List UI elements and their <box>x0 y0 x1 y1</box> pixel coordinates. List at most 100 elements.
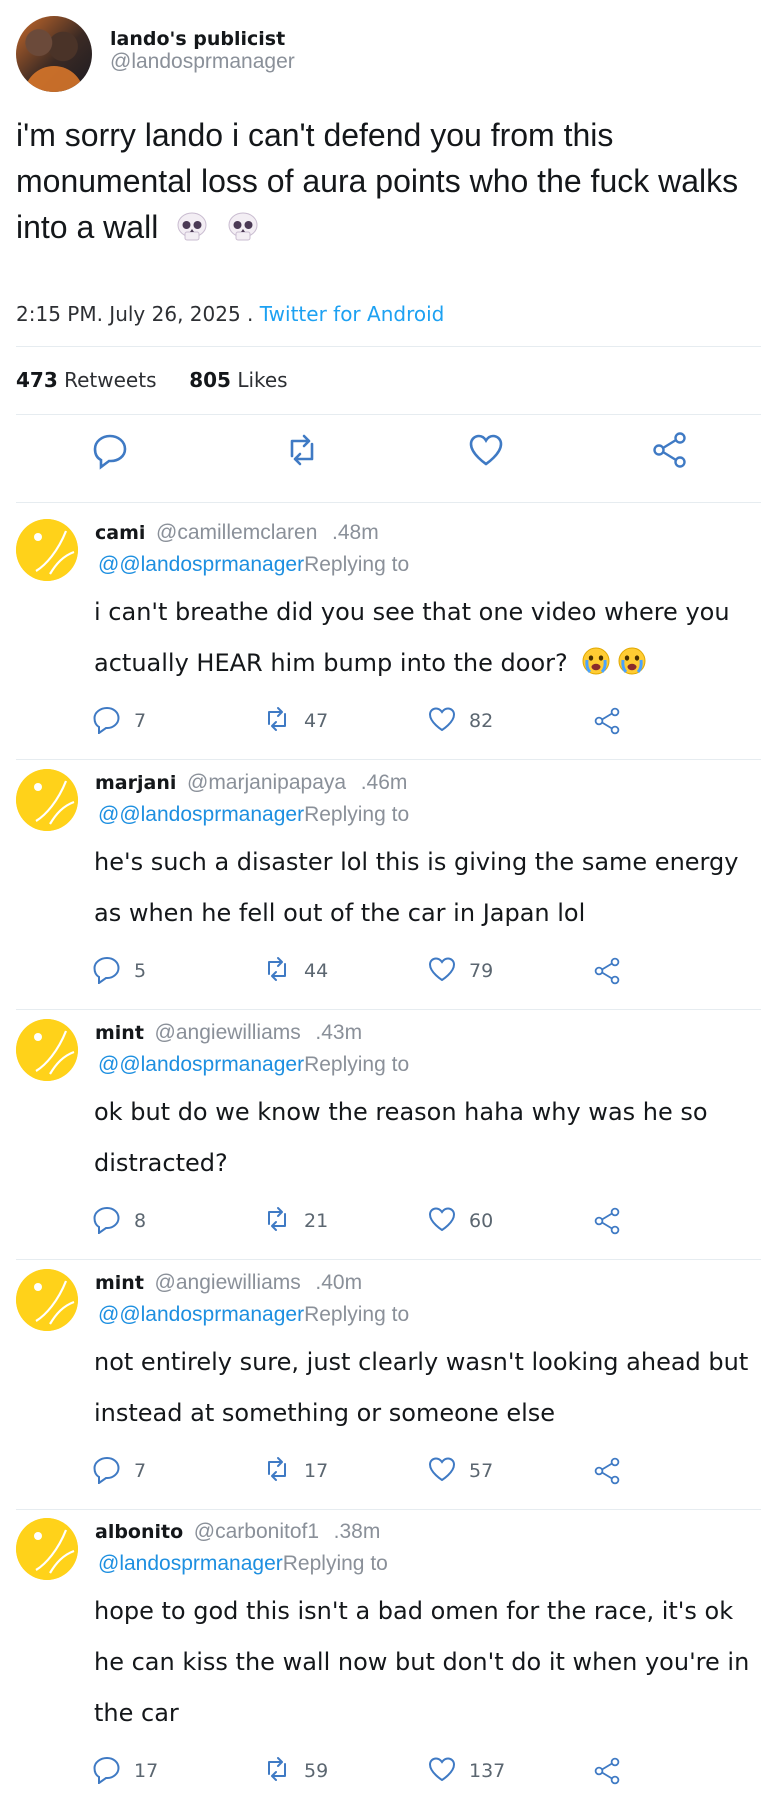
reply-icon[interactable] <box>92 1754 122 1788</box>
like-icon[interactable] <box>427 704 457 738</box>
reply-handle[interactable]: @angiewilliams <box>155 1271 301 1294</box>
tweet-text: i'm sorry lando i can't defend you from … <box>16 112 756 250</box>
reply-like-action[interactable]: 82 <box>427 703 493 739</box>
display-name[interactable]: lando's publicist <box>110 28 285 50</box>
reply-display-name[interactable]: cami <box>95 522 145 544</box>
reply-like-action[interactable]: 57 <box>427 1453 493 1489</box>
client-link[interactable]: Twitter for Android <box>260 302 445 326</box>
like-icon[interactable] <box>427 1454 457 1488</box>
retweet-icon[interactable] <box>262 954 292 988</box>
reply-like-action[interactable]: 79 <box>427 953 493 989</box>
reply-time: .43m <box>315 1021 363 1044</box>
reply-icon[interactable] <box>92 1454 122 1488</box>
reply-comment-action[interactable]: 8 <box>92 1203 146 1239</box>
reply-time: .38m <box>333 1520 381 1543</box>
retweet-label[interactable]: Retweets <box>64 368 156 392</box>
retweet-icon[interactable] <box>282 430 322 470</box>
reply-handle[interactable]: @camillemclaren <box>156 521 317 544</box>
replying-to-handle[interactable]: @@landosprmanager <box>98 803 304 826</box>
like-icon[interactable] <box>427 1754 457 1788</box>
share-icon[interactable] <box>592 953 622 989</box>
divider <box>16 1509 761 1510</box>
like-count[interactable]: 805 <box>189 368 231 392</box>
comment-count: 7 <box>134 1460 147 1482</box>
share-icon[interactable] <box>592 703 622 739</box>
reply-display-name[interactable]: marjani <box>95 772 176 794</box>
reply-time: .48m <box>332 521 379 544</box>
reply-header: mint @angiewilliams .43m <box>95 1021 362 1045</box>
like-label[interactable]: Likes <box>237 368 287 392</box>
avatar[interactable] <box>16 16 92 92</box>
divider <box>16 346 761 347</box>
reply-display-name[interactable]: mint <box>95 1022 144 1044</box>
replying-to: @@landosprmanagerReplying to <box>98 803 409 827</box>
reply-comment-action[interactable]: 7 <box>92 703 146 739</box>
reply-header: mint @angiewilliams .40m <box>95 1271 362 1295</box>
reply-display-name[interactable]: mint <box>95 1272 144 1294</box>
reply-retweet-action[interactable]: 47 <box>262 703 328 739</box>
tweet-body: i'm sorry lando i can't defend you from … <box>16 117 739 245</box>
reply-icon[interactable] <box>92 954 122 988</box>
reply-header: marjani @marjanipapaya .46m <box>95 771 407 795</box>
retweet-count: 44 <box>304 960 329 982</box>
reply-like-action[interactable]: 137 <box>427 1753 505 1789</box>
reply-comment-action[interactable]: 7 <box>92 1453 146 1489</box>
share-icon[interactable] <box>592 1753 622 1789</box>
reply-retweet-action[interactable]: 21 <box>262 1203 328 1239</box>
like-icon[interactable] <box>466 430 506 470</box>
replying-to-label: Replying to <box>282 1552 388 1575</box>
avatar[interactable] <box>16 769 78 831</box>
tweet-meta: 2:15 PM. July 26, 2025 . Twitter for And… <box>16 302 444 326</box>
reply-actions: 7 47 82 <box>0 703 777 743</box>
reply-handle[interactable]: @carbonitof1 <box>194 1520 319 1543</box>
reply-time: .46m <box>360 771 408 794</box>
divider <box>16 1009 761 1010</box>
replying-to-handle[interactable]: @@landosprmanager <box>98 1053 304 1076</box>
tweet-author: lando's publicist @landosprmanager <box>0 0 777 100</box>
user-handle[interactable]: @landosprmanager <box>110 50 295 74</box>
replying-to-label: Replying to <box>304 803 410 826</box>
reply-handle[interactable]: @angiewilliams <box>155 1021 301 1044</box>
retweet-count: 47 <box>304 710 329 732</box>
reply-retweet-action[interactable]: 44 <box>262 953 328 989</box>
reply-retweet-action[interactable]: 59 <box>262 1753 328 1789</box>
avatar[interactable] <box>16 1269 78 1331</box>
skull-icon <box>175 208 209 241</box>
reply-display-name[interactable]: albonito <box>95 1521 183 1543</box>
share-icon[interactable] <box>650 430 690 470</box>
reply-actions: 5 44 79 <box>0 953 777 993</box>
retweet-icon[interactable] <box>262 1754 292 1788</box>
retweet-icon[interactable] <box>262 704 292 738</box>
reply-body: he's such a disaster lol this is giving … <box>94 848 739 927</box>
retweet-count[interactable]: 473 <box>16 368 58 392</box>
retweet-icon[interactable] <box>262 1204 292 1238</box>
like-icon[interactable] <box>427 954 457 988</box>
reply-icon[interactable] <box>92 1204 122 1238</box>
reply-text: i can't breathe did you see that one vid… <box>94 587 754 689</box>
replying-to-handle[interactable]: @@landosprmanager <box>98 1303 304 1326</box>
reply-handle[interactable]: @marjanipapaya <box>187 771 346 794</box>
reply-comment-action[interactable]: 5 <box>92 953 146 989</box>
reply-retweet-action[interactable]: 17 <box>262 1453 328 1489</box>
avatar[interactable] <box>16 1518 78 1580</box>
avatar[interactable] <box>16 1019 78 1081</box>
like-count: 79 <box>469 960 494 982</box>
share-icon[interactable] <box>592 1453 622 1489</box>
comment-count: 7 <box>134 710 147 732</box>
tweet-page: lando's publicist @landosprmanager i'm s… <box>0 0 777 1801</box>
divider <box>16 759 761 760</box>
like-count: 137 <box>469 1760 506 1782</box>
retweet-icon[interactable] <box>262 1454 292 1488</box>
reply-icon[interactable] <box>92 704 122 738</box>
share-icon[interactable] <box>592 1203 622 1239</box>
reply-body: hope to god this isn't a bad omen for th… <box>94 1597 750 1727</box>
like-icon[interactable] <box>427 1204 457 1238</box>
avatar[interactable] <box>16 519 78 581</box>
replying-to-handle[interactable]: @landosprmanager <box>98 1552 283 1575</box>
replying-to-handle[interactable]: @@landosprmanager <box>98 553 304 576</box>
reply-comment-action[interactable]: 17 <box>92 1753 158 1789</box>
retweet-count: 21 <box>304 1210 329 1232</box>
reply-icon[interactable] <box>90 430 130 470</box>
reply-text: not entirely sure, just clearly wasn't l… <box>94 1337 754 1439</box>
reply-like-action[interactable]: 60 <box>427 1203 493 1239</box>
